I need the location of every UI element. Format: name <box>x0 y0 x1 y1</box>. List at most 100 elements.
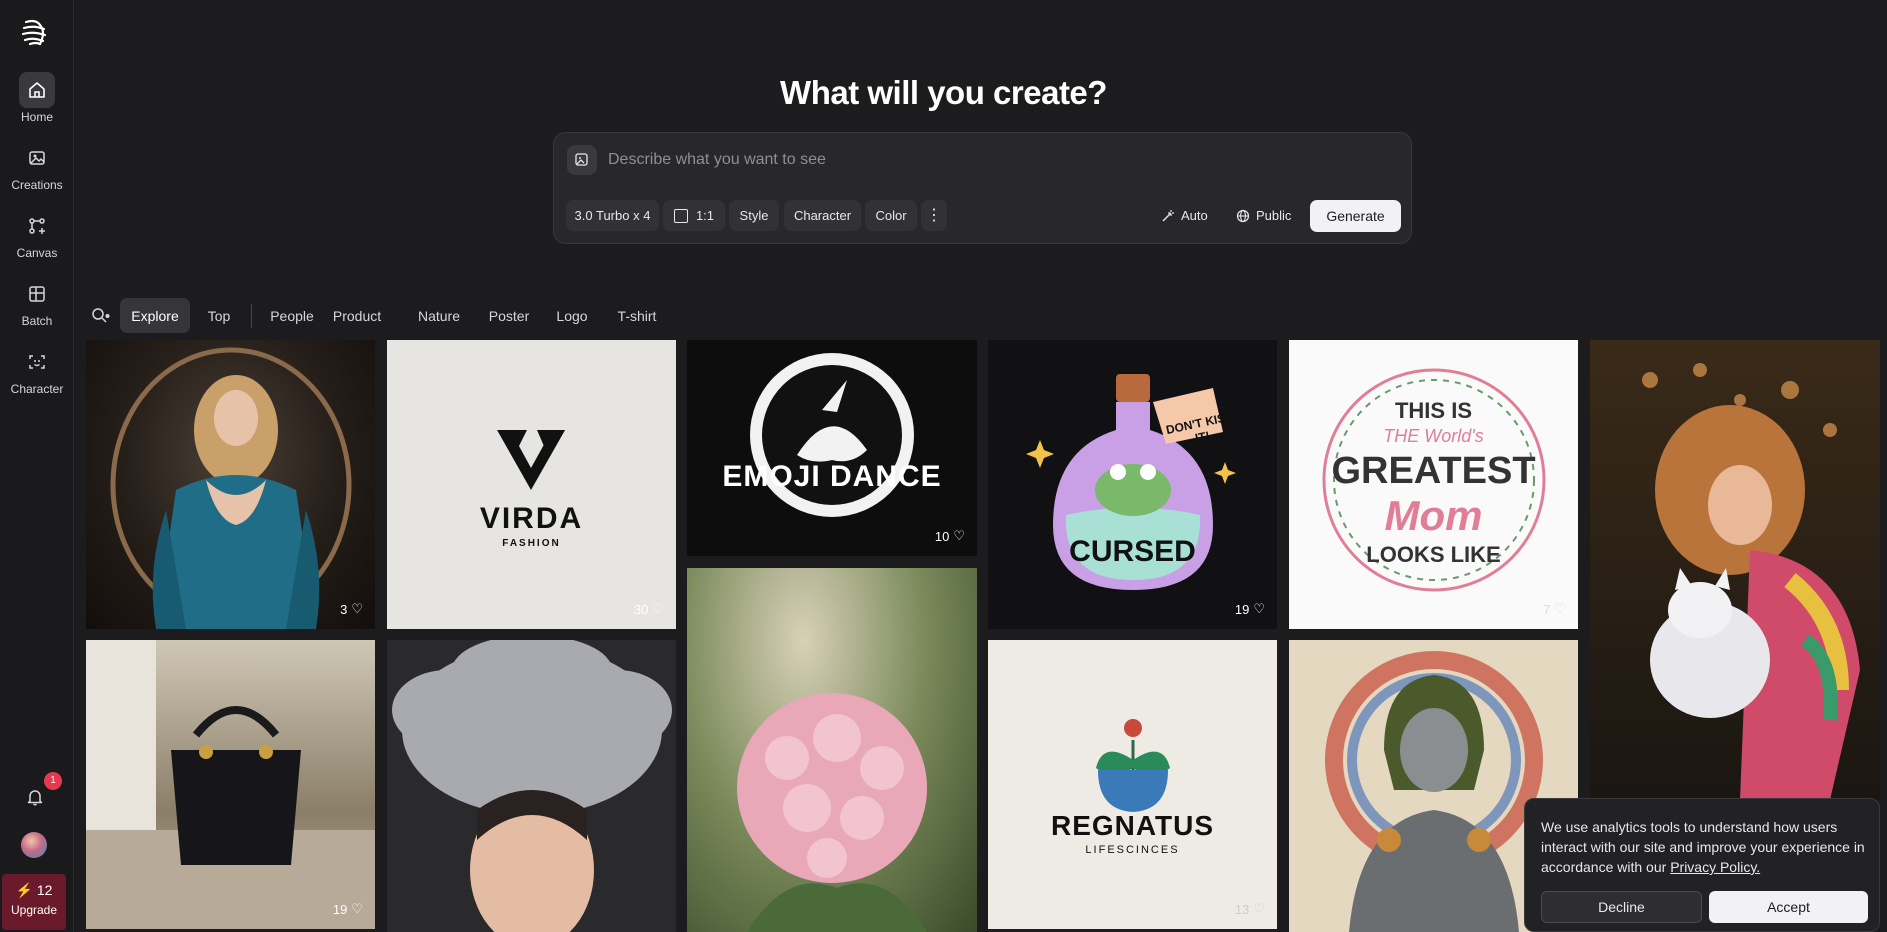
avatar[interactable] <box>21 832 47 858</box>
notification-badge: 1 <box>44 772 62 790</box>
tab-logo[interactable]: Logo <box>553 298 591 333</box>
regnatus-text: REGNATUS <box>1050 810 1215 841</box>
like-count[interactable]: 30 ♡ <box>634 601 664 617</box>
the-worlds-text: THE World's <box>1383 426 1484 446</box>
lightning-icon: ⚡ <box>15 882 33 898</box>
square-icon <box>673 208 688 223</box>
nav-character[interactable]: Character <box>0 344 74 404</box>
tab-poster[interactable]: Poster <box>485 298 533 333</box>
accept-button[interactable]: Accept <box>1709 891 1868 923</box>
cookie-message: We use analytics tools to understand how… <box>1541 817 1871 877</box>
regnatus-logo-image <box>1096 719 1170 812</box>
auto-label: Auto <box>1181 208 1208 223</box>
heart-icon: ♡ <box>1253 901 1265 916</box>
gallery-item[interactable]: THIS IS THE World's GREATEST Mom LOOKS L… <box>1289 340 1578 629</box>
gallery-item[interactable]: 19 ♡ <box>86 640 375 929</box>
gallery-item[interactable]: DON'T KISS IT! CURSED 19 ♡ <box>988 340 1277 629</box>
virda-text: VIRDA <box>479 502 584 535</box>
more-options-button[interactable]: ⋮ <box>921 200 947 231</box>
nav-creations[interactable]: Creations <box>0 140 74 200</box>
like-count[interactable]: 7 ♡ <box>1543 601 1566 617</box>
globe-icon <box>1236 209 1250 222</box>
greatest-text: GREATEST <box>1331 450 1536 492</box>
decline-button[interactable]: Decline <box>1541 891 1702 923</box>
visibility-button[interactable]: Public <box>1236 200 1291 231</box>
like-count-value: 19 <box>1234 601 1250 617</box>
emoji-dance-text: EMOJI DANCE <box>722 460 942 493</box>
character-button[interactable]: Character <box>784 200 861 231</box>
prompt-input[interactable] <box>608 145 1388 175</box>
like-count-value: 10 <box>934 528 950 544</box>
tab-product[interactable]: Product <box>327 298 387 333</box>
fashion-text: FASHION <box>502 538 561 549</box>
nav-creations-label: Creations <box>11 178 63 192</box>
like-count[interactable]: 19 ♡ <box>333 901 363 917</box>
like-count[interactable]: 13 ♡ <box>1235 901 1265 917</box>
image-upload-button[interactable] <box>567 145 597 175</box>
emoji-dance-image <box>750 353 914 517</box>
search-filter-button[interactable] <box>86 298 116 333</box>
nav-canvas-label: Canvas <box>16 246 58 260</box>
upgrade-button[interactable]: ⚡ 12 Upgrade <box>2 874 66 930</box>
nav-canvas[interactable]: Canvas <box>0 208 74 268</box>
tab-tshirt[interactable]: T-shirt <box>612 298 662 333</box>
virda-logo-image <box>497 430 565 490</box>
tab-top[interactable]: Top <box>196 298 242 333</box>
tab-explore[interactable]: Explore <box>120 298 190 333</box>
gallery-item[interactable]: 3 ♡ <box>86 340 375 629</box>
lifescinces-text: LIFESCINCES <box>1085 844 1180 856</box>
like-count-value: 19 <box>332 901 348 917</box>
credits-count: ⚡ 12 <box>2 882 66 899</box>
image-icon <box>19 140 55 176</box>
app-logo-icon[interactable] <box>18 16 50 48</box>
filter-divider <box>251 304 252 328</box>
search-icon <box>92 307 110 323</box>
sidebar: Home Creations Canvas Batch Character 1 … <box>0 0 74 932</box>
like-count-value: 3 <box>340 601 348 617</box>
tab-people[interactable]: People <box>264 298 320 333</box>
mom-text: Mom <box>1384 492 1483 539</box>
style-button[interactable]: Style <box>729 200 779 231</box>
looks-like-text: LOOKS LIKE <box>1366 542 1501 567</box>
handbag-image <box>86 640 375 929</box>
this-is-text: THIS IS <box>1394 398 1472 423</box>
prompt-box: 3.0 Turbo x 4 1:1 Style Character Color … <box>553 132 1412 244</box>
nav-batch[interactable]: Batch <box>0 276 74 336</box>
visibility-label: Public <box>1256 208 1292 223</box>
nav-batch-label: Batch <box>21 314 53 328</box>
heart-icon: ♡ <box>1554 601 1566 616</box>
like-count-value: 30 <box>633 601 649 617</box>
image-plus-icon <box>575 153 588 166</box>
gallery-item[interactable]: VIRDA FASHION 30 ♡ <box>387 340 676 629</box>
heart-icon: ♡ <box>953 528 965 543</box>
heart-icon: ♡ <box>351 901 363 916</box>
gallery-item[interactable] <box>687 568 977 932</box>
more-vertical-icon: ⋮ <box>926 206 942 224</box>
privacy-policy-link[interactable]: Privacy Policy. <box>1670 859 1760 875</box>
tab-nature[interactable]: Nature <box>414 298 464 333</box>
like-count[interactable]: 19 ♡ <box>1235 601 1265 617</box>
like-count-value: 13 <box>1234 901 1250 917</box>
heart-icon: ♡ <box>1253 601 1265 616</box>
aspect-ratio-value: 1:1 <box>695 208 715 223</box>
auto-button[interactable]: Auto <box>1161 200 1208 231</box>
canvas-icon <box>19 208 55 244</box>
page-title: What will you create? <box>780 74 1107 111</box>
gallery-item[interactable]: EMOJI DANCE 10 ♡ <box>687 340 977 556</box>
like-count[interactable]: 10 ♡ <box>935 528 965 544</box>
nav-character-label: Character <box>10 382 64 396</box>
gallery-item[interactable] <box>1590 340 1880 800</box>
cursed-frog-image <box>1026 374 1236 590</box>
gallery-item[interactable] <box>387 640 676 932</box>
like-count-value: 7 <box>1543 601 1551 617</box>
hydrangea-image <box>737 693 927 932</box>
gallery-item[interactable]: REGNATUS LIFESCINCES 13 ♡ <box>988 640 1277 929</box>
like-count[interactable]: 3 ♡ <box>340 601 363 617</box>
cursed-text: CURSED <box>1069 535 1196 568</box>
heart-icon: ♡ <box>652 601 664 616</box>
model-selector[interactable]: 3.0 Turbo x 4 <box>566 200 659 231</box>
generate-button[interactable]: Generate <box>1310 200 1401 232</box>
aspect-ratio-selector[interactable]: 1:1 <box>663 200 725 231</box>
girl-with-cat-image <box>1642 363 1860 800</box>
color-button[interactable]: Color <box>865 200 917 231</box>
